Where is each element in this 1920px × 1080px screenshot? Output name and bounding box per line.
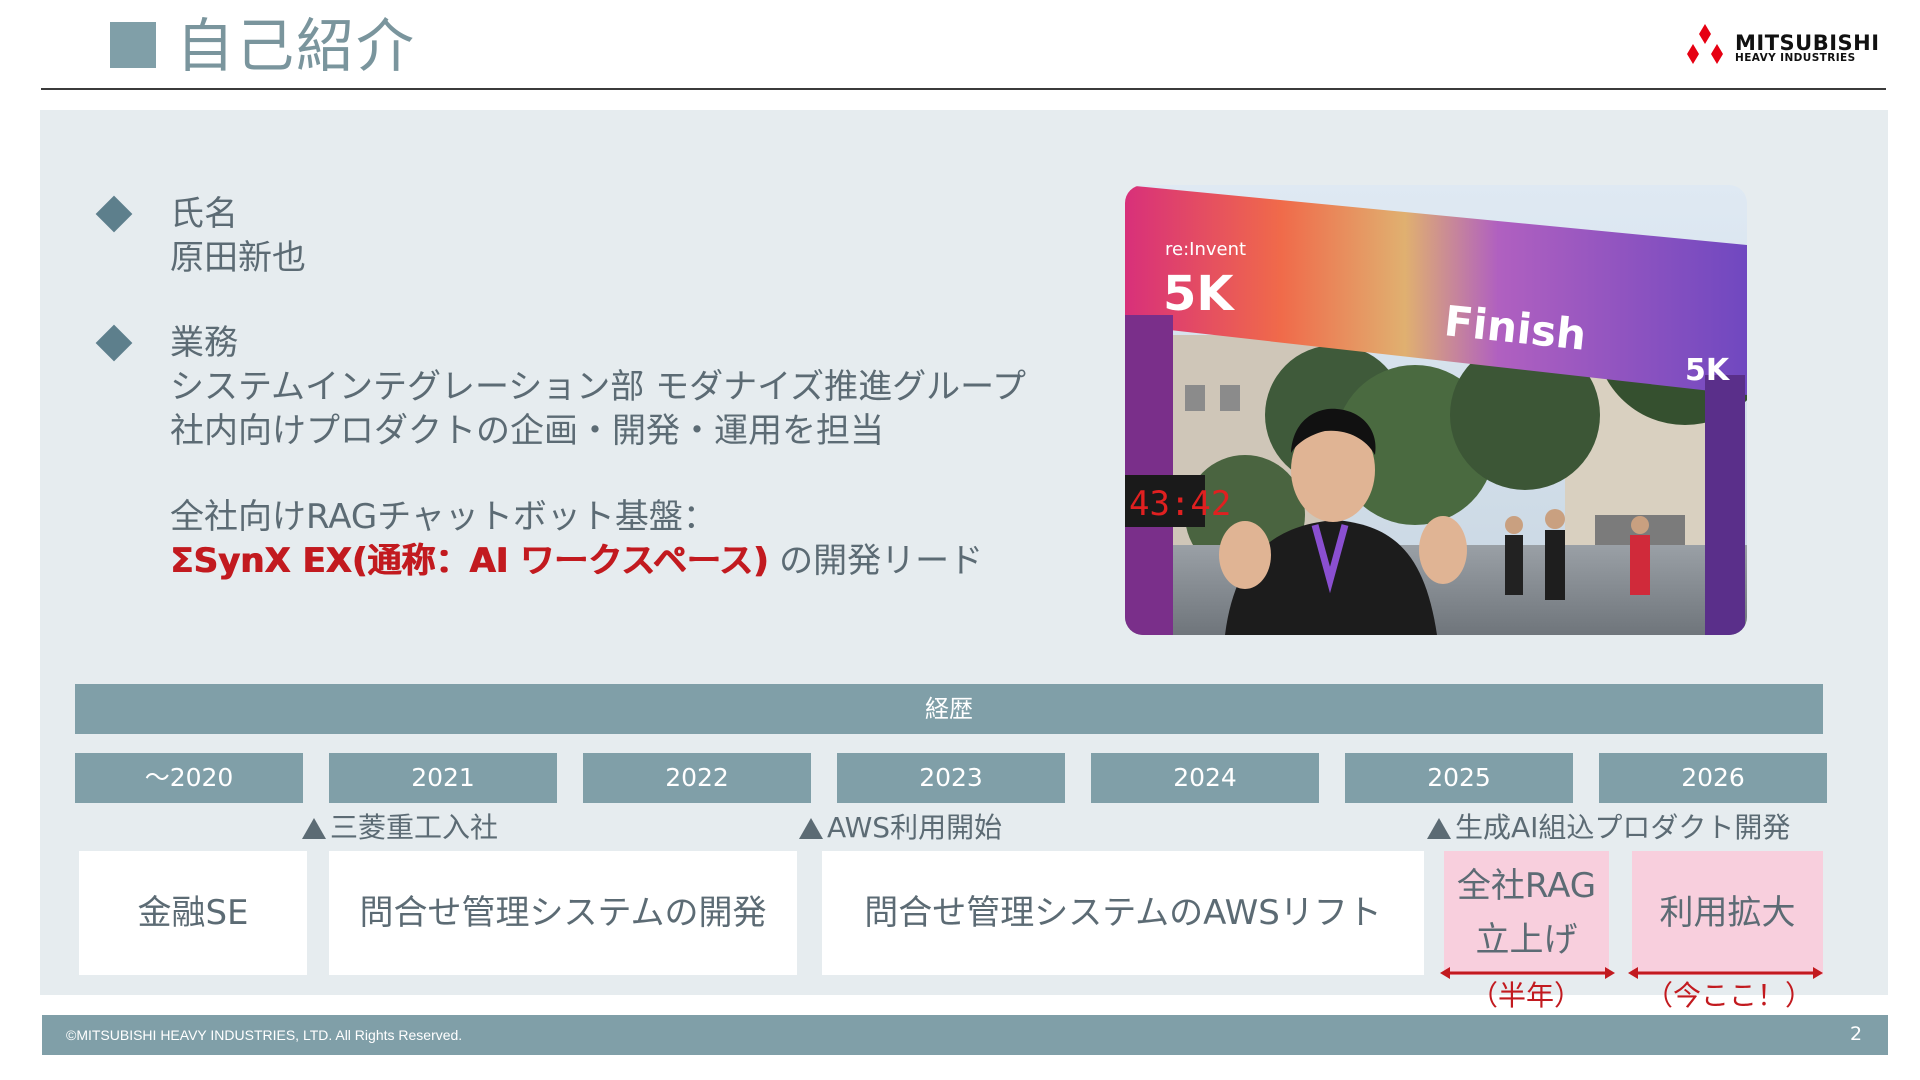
milestone-label: AWS利用開始 [827,811,1003,844]
rag-platform-label: 全社向けRAGチャットボット基盤： [170,497,717,537]
duty-label: 業務 [170,323,238,363]
triangle-marker-icon [302,818,326,839]
year-cell: 2026 [1599,753,1827,803]
year-cell: 2021 [329,753,557,803]
duration-note: （半年） [1470,979,1583,1012]
header-divider [41,88,1886,90]
milestone-item: AWS利用開始 [799,808,1002,848]
duty-department: システムインテグレーション部 モダナイズ推進グループ [170,367,1027,407]
rag-role: の開発リード [768,541,984,581]
phase-label-line1: 全社RAG [1456,866,1597,906]
three-diamonds-icon [1687,24,1723,64]
svg-text:5K: 5K [1685,353,1731,388]
milestone-label: 生成AI組込プロダクト開発 [1455,811,1791,844]
triangle-marker-icon [799,818,823,839]
phase-box-highlight: 全社RAG 立上げ [1444,851,1609,975]
triangle-marker-icon [1427,818,1451,839]
year-cell: 2023 [837,753,1065,803]
milestone-item: 生成AI組込プロダクト開発 [1427,808,1790,848]
career-header: 経歴 [75,684,1823,734]
phase-label: 問合せ管理システムのAWSリフト [864,893,1382,933]
svg-text:43:42: 43:42 [1129,484,1231,524]
logo-text-secondary: HEAVY INDUSTRIES [1735,52,1856,64]
name-label: 氏名 [170,194,238,234]
milestone-item: 三菱重工入社 [302,808,498,848]
phase-label: 問合せ管理システムの開発 [359,893,767,933]
phase-label-line2: 立上げ [1475,920,1578,960]
page-title: 自己紹介 [176,12,417,80]
profile-photo: re:Invent 5K Finish 5K 43:42 [1125,185,1747,635]
year-cell: 2025 [1345,753,1573,803]
svg-text:re:Invent: re:Invent [1165,239,1246,260]
title-square-icon [110,22,156,68]
year-cell: 2024 [1091,753,1319,803]
phase-box-highlight: 利用拡大 [1632,851,1823,975]
logo-text-primary: MITSUBISHI [1735,31,1880,55]
company-logo: MITSUBISHI HEAVY INDUSTRIES [1683,24,1893,68]
rag-product-name: ΣSynX EX(通称：AI ワークスペース) [170,541,769,581]
phase-box: 金融SE [79,851,307,975]
phase-label: 金融SE [137,893,249,933]
phase-label: 利用拡大 [1659,893,1796,933]
svg-text:5K: 5K [1163,266,1235,322]
phase-box: 問合せ管理システムの開発 [329,851,797,975]
year-cell: 2022 [583,753,811,803]
duration-note: （今ここ！） [1645,979,1814,1012]
phase-box: 問合せ管理システムのAWSリフト [822,851,1424,975]
milestone-label: 三菱重工入社 [330,811,499,844]
duty-description: 社内向けプロダクトの企画・開発・運用を担当 [170,411,884,451]
copyright-text: ©MITSUBISHI HEAVY INDUSTRIES, LTD. All R… [66,1027,463,1043]
name-value: 原田新也 [170,238,306,278]
year-cell: ～2020 [75,753,303,803]
page-number: 2 [1850,1023,1863,1045]
rag-product-line: ΣSynX EX(通称：AI ワークスペース) の開発リード [170,539,983,583]
